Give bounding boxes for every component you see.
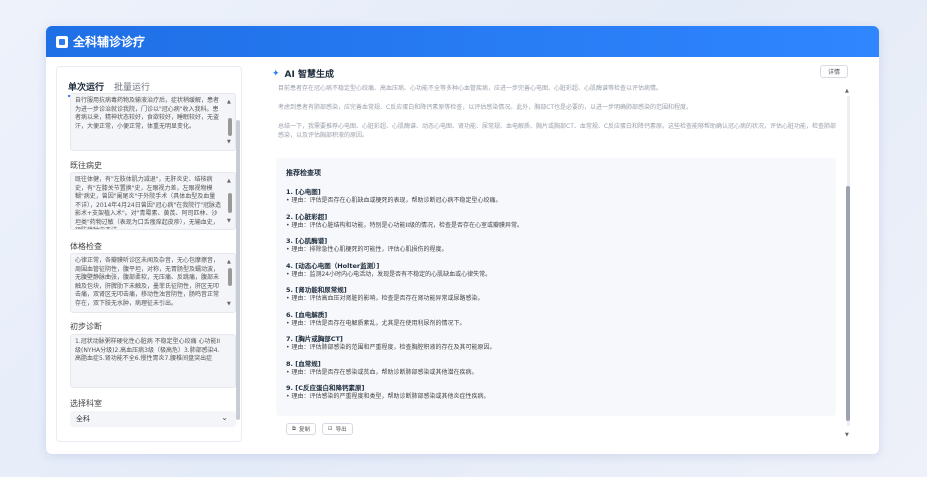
reasoning-paragraph-2: 考虑到患者有肺部感染，应完善血常规、C反应蛋白和降钙素原等检查，以评估感染情况。… [278, 104, 693, 111]
export-icon: ⊡ [327, 426, 333, 432]
recommendation-item: 9. [C反应蛋白和降钙素原] • 理由：评估感染的严重程度和类型，帮助诊断肺部感… [286, 384, 826, 402]
recommendation-item-title: 1. [心电图] [286, 188, 321, 196]
recommendation-item-title: 8. [血常规] [286, 359, 321, 368]
recommendation-item-reason: • 理由：评估肺部感染的范围和严重程度，检查胸腔积液的存在及其可能原因。 [286, 344, 496, 351]
department-select[interactable]: 全科 ⌄ [70, 411, 236, 427]
past-scrollbar[interactable]: ▲ ▼ [227, 177, 233, 225]
recommendation-item-reason: • 理由：评估是否存在电解质紊乱，尤其是在使用利尿剂的情况下。 [286, 319, 466, 327]
scroll-thumb[interactable] [228, 118, 232, 136]
history-scrollbar[interactable]: ▲ ▼ [227, 98, 233, 146]
reasoning-paragraph-1: 目前患者存在冠心病不稳定型心绞痛、高血压病、心功能不全等多种心血管疾病，应进一步… [278, 85, 663, 92]
scroll-down-icon[interactable]: ▼ [845, 432, 849, 438]
past-history-title: 既往病史 [70, 161, 102, 170]
recommendation-item-title: 6. [血电解质] [286, 310, 328, 319]
copy-icon: ⧉ [292, 425, 296, 432]
chevron-down-icon[interactable]: ⌄ [221, 413, 228, 422]
recommendation-item-title: 9. [C反应蛋白和降钙素原] [286, 384, 365, 392]
right-panel-scrollbar[interactable]: ▲ ▼ [845, 88, 851, 438]
app-title: 全科辅诊诊疗 [73, 35, 146, 49]
past-history-textarea[interactable]: 既往体健，有"左肢体肌力减退"，无肝炎史、结核病史，有"左膝关节置换"史，左眼视… [70, 172, 236, 230]
exam-title: 体格检查 [70, 242, 102, 251]
scroll-down-icon[interactable]: ▼ [227, 138, 231, 147]
recommendation-item-reason: • 理由：评估高血压对肾脏的影响，检查是否存在肾功能异常或尿路感染。 [286, 295, 484, 302]
recommendation-item: 8. [血常规] • 理由：评估是否存在感染或贫血，帮助诊断肺部感染或其他潜在疾病… [286, 360, 826, 378]
left-panel-scrollbar[interactable] [236, 120, 240, 430]
recommendation-list: 1. [心电图] • 理由：评估是否存在心肌缺血或梗死的表现，帮助诊断冠心病不稳定… [286, 188, 826, 402]
sparkle-icon: ✦ [272, 68, 280, 79]
reasoning-paragraph-3: 总结一下，我需要推荐心电图、心脏彩超、心肌酶谱、动态心电图、肾功能、尿常规、血电… [278, 123, 837, 139]
recommendation-item-reason: • 理由：评估感染的严重程度和类型，帮助诊断肺部感染或其他炎症性疾病。 [286, 393, 490, 400]
scroll-down-icon[interactable]: ▼ [227, 300, 231, 309]
recommendation-item: 7. [胸片或胸部CT] • 理由：评估肺部感染的范围和严重程度，检查胸腔积液的存… [286, 335, 826, 353]
recommendation-item-title: 7. [胸片或胸部CT] [286, 335, 343, 343]
ai-header-title: AI 智慧生成 [284, 70, 334, 80]
scroll-up-icon[interactable]: ▲ [227, 258, 231, 267]
history-textarea[interactable]: 自行服用抗病毒药物及输液治疗后，症状稍缓解，患者为进一步诊治就诊我院，门诊以"冠… [70, 93, 236, 151]
recommendation-item: 6. [血电解质] • 理由：评估是否存在电解质紊乱，尤其是在使用利尿剂的情况下。 [286, 311, 826, 329]
scroll-up-icon[interactable]: ▲ [227, 98, 231, 107]
diagnosis-text: 1.冠状动脉粥样硬化性心脏病 不稳定型心绞痛 心功能II级(NYHA分级)2.高… [75, 338, 221, 362]
recommendation-item: 4. [动态心电图（Holter监测）] • 理由：监测24小时内心电活动，发现是… [286, 262, 826, 280]
exam-scrollbar[interactable]: ▲ ▼ [227, 258, 233, 308]
scroll-up-icon[interactable]: ▲ [845, 88, 849, 94]
recommendation-item-title: 2. [心脏彩超] [286, 212, 328, 221]
diagnosis-title: 初步诊断 [70, 322, 102, 331]
reasoning-text: 目前患者存在冠心病不稳定型心绞痛、高血压病、心功能不全等多种心血管疾病，应进一步… [278, 84, 838, 154]
history-text: 自行服用抗病毒药物及输液治疗后，症状稍缓解，患者为进一步诊治就诊我院，门诊以"冠… [75, 97, 220, 130]
copy-button[interactable]: ⧉ 复制 [286, 423, 316, 435]
recommendation-item-reason: • 理由：评估心脏结构和功能，特别是心功能II级的情况，检查是否存在心室或瓣膜异… [286, 221, 523, 229]
recommendation-item-reason: • 理由：监测24小时内心电活动，发现是否有不稳定的心肌缺血或心律失常。 [286, 270, 492, 278]
recommendation-item-reason: • 理由：评估是否存在心肌缺血或梗死的表现，帮助诊断冠心病不稳定型心绞痛。 [286, 197, 502, 204]
recommendation-item-reason: • 理由：排除急性心肌梗死的可能性，评估心肌损伤的程度。 [286, 246, 448, 253]
ai-header: ✦ AI 智慧生成 [272, 67, 334, 81]
recommendation-item: 2. [心脏彩超] • 理由：评估心脏结构和功能，特别是心功能II级的情况，检查是… [286, 213, 826, 231]
recommendation-item-title: 3. [心肌酶谱] [286, 237, 328, 245]
scroll-thumb[interactable] [228, 268, 232, 286]
recommendation-item: 1. [心电图] • 理由：评估是否存在心肌缺血或梗死的表现，帮助诊断冠心病不稳定… [286, 188, 826, 206]
exam-textarea[interactable]: 心律正常，各瓣膜听诊区未闻及杂音，无心包摩擦音，周围血管征阴性，腹平坦，对称，无… [70, 253, 236, 313]
past-history-text: 既往体健，有"左肢体肌力减退"，无肝炎史、结核病史，有"左膝关节置换"史，左眼视… [75, 176, 222, 229]
detail-button[interactable]: 详情 [820, 65, 848, 78]
diagnosis-textarea[interactable]: 1.冠状动脉粥样硬化性心脏病 不稳定型心绞痛 心功能II级(NYHA分级)2.高… [70, 334, 236, 388]
department-title: 选择科室 [70, 399, 102, 408]
export-label: 导出 [335, 427, 347, 433]
action-bar: ⧉ 复制 ⊡ 导出 [286, 423, 353, 435]
exam-text: 心律正常，各瓣膜听诊区未闻及杂音，无心包摩擦音，周围血管征阴性，腹平坦，对称，无… [75, 257, 220, 307]
export-button[interactable]: ⊡ 导出 [321, 423, 353, 435]
card-title: 推荐检查项 [286, 169, 321, 177]
recommendation-item-title: 4. [动态心电图（Holter监测）] [286, 261, 380, 270]
right-scroll-thumb[interactable] [846, 186, 850, 421]
department-value: 全科 [76, 415, 90, 423]
scroll-thumb[interactable] [228, 193, 232, 213]
copy-label: 复制 [298, 427, 310, 433]
recommendation-card: 推荐检查项 1. [心电图] • 理由：评估是否存在心肌缺血或梗死的表现，帮助诊断… [276, 158, 836, 416]
title-bar: 全科辅诊诊疗 [46, 26, 879, 57]
scroll-up-icon[interactable]: ▲ [227, 177, 231, 186]
left-scroll-thumb[interactable] [236, 120, 240, 420]
scroll-down-icon[interactable]: ▼ [227, 217, 231, 226]
recommendation-item-title: 5. [肾功能和尿常规] [286, 286, 347, 294]
recommendation-item: 5. [肾功能和尿常规] • 理由：评估高血压对肾脏的影响，检查是否存在肾功能异常… [286, 286, 826, 304]
recommendation-item-reason: • 理由：评估是否存在感染或贫血，帮助诊断肺部感染或其他潜在疾病。 [286, 368, 478, 376]
app-logo-icon [56, 35, 68, 48]
recommendation-item: 3. [心肌酶谱] • 理由：排除急性心肌梗死的可能性，评估心肌损伤的程度。 [286, 237, 826, 255]
